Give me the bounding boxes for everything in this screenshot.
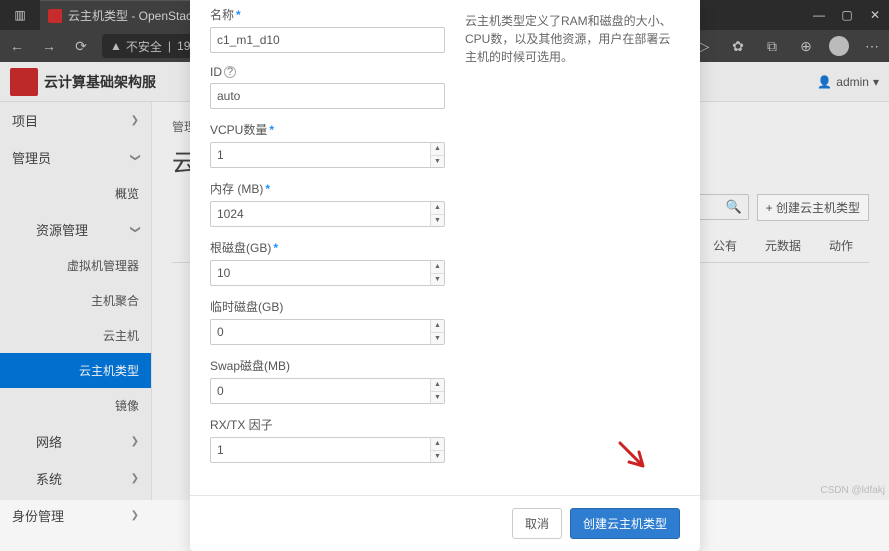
minimize-icon[interactable]: — bbox=[805, 8, 833, 22]
input-eph[interactable] bbox=[210, 319, 445, 345]
sidebar-item-identity[interactable]: 身份管理 ❯ bbox=[0, 497, 151, 534]
spinner-down-icon[interactable]: ▼ bbox=[431, 215, 444, 227]
spinner-down-icon[interactable]: ▼ bbox=[431, 392, 444, 404]
extensions-icon[interactable]: ✿ bbox=[727, 38, 749, 55]
spinner-up-icon[interactable]: ▲ bbox=[431, 320, 444, 333]
spinner-up-icon[interactable]: ▲ bbox=[431, 379, 444, 392]
required-icon: * bbox=[273, 241, 278, 255]
submit-button[interactable]: 创建云主机类型 bbox=[570, 508, 680, 539]
modal-description: 云主机类型定义了RAM和磁盘的大小、CPU数，以及其他资源，用户在部署云主机的时… bbox=[465, 6, 680, 475]
insecure-label: 不安全 bbox=[126, 38, 162, 55]
watermark: CSDN @ldfakj bbox=[820, 485, 885, 496]
required-icon: * bbox=[265, 182, 270, 196]
field-eph: 临时磁盘(GB) ▲▼ bbox=[210, 298, 445, 345]
input-name[interactable] bbox=[210, 27, 445, 53]
sidebar-item-label: 身份管理 bbox=[12, 506, 64, 525]
spinner-up-icon[interactable]: ▲ bbox=[431, 202, 444, 215]
create-flavor-modal: 名称 * ID ? VCPU数量 * ▲▼ 内存 (MB) * ▲▼ bbox=[190, 0, 700, 551]
field-swap: Swap磁盘(MB) ▲▼ bbox=[210, 357, 445, 404]
field-vcpu: VCPU数量 * ▲▼ bbox=[210, 121, 445, 168]
field-id: ID ? bbox=[210, 65, 445, 109]
label-name: 名称 bbox=[210, 6, 234, 23]
cancel-button[interactable]: 取消 bbox=[512, 508, 562, 539]
window-controls: — ▢ ✕ bbox=[805, 8, 889, 22]
label-swap: Swap磁盘(MB) bbox=[210, 357, 290, 374]
favicon-icon bbox=[48, 9, 62, 23]
input-ram[interactable] bbox=[210, 201, 445, 227]
label-eph: 临时磁盘(GB) bbox=[210, 298, 283, 315]
label-disk: 根磁盘(GB) bbox=[210, 239, 271, 256]
field-name: 名称 * bbox=[210, 6, 445, 53]
required-icon: * bbox=[236, 8, 241, 22]
modal-footer: 取消 创建云主机类型 bbox=[190, 495, 700, 551]
required-icon: * bbox=[269, 123, 274, 137]
spinner-up-icon[interactable]: ▲ bbox=[431, 438, 444, 451]
input-vcpu[interactable] bbox=[210, 142, 445, 168]
maximize-icon[interactable]: ▢ bbox=[833, 8, 861, 22]
refresh-icon[interactable]: ⟳ bbox=[70, 38, 92, 55]
more-icon[interactable]: ⋯ bbox=[861, 38, 883, 55]
spinner-down-icon[interactable]: ▼ bbox=[431, 274, 444, 286]
input-disk[interactable] bbox=[210, 260, 445, 286]
spinner-down-icon[interactable]: ▼ bbox=[431, 451, 444, 463]
input-id[interactable] bbox=[210, 83, 445, 109]
collections-icon[interactable]: ⧉ bbox=[761, 38, 783, 55]
input-rxtx[interactable] bbox=[210, 437, 445, 463]
close-window-icon[interactable]: ✕ bbox=[861, 8, 889, 22]
field-rxtx: RX/TX 因子 ▲▼ bbox=[210, 416, 445, 463]
spinner-up-icon[interactable]: ▲ bbox=[431, 143, 444, 156]
help-icon[interactable]: ? bbox=[224, 66, 236, 78]
spinner-down-icon[interactable]: ▼ bbox=[431, 156, 444, 168]
back-icon[interactable]: ← bbox=[6, 38, 28, 54]
field-ram: 内存 (MB) * ▲▼ bbox=[210, 180, 445, 227]
insecure-badge: ▲ 不安全 bbox=[110, 38, 162, 55]
label-vcpu: VCPU数量 bbox=[210, 121, 267, 138]
label-rxtx: RX/TX 因子 bbox=[210, 416, 273, 433]
spinner-down-icon[interactable]: ▼ bbox=[431, 333, 444, 345]
field-disk: 根磁盘(GB) * ▲▼ bbox=[210, 239, 445, 286]
tab-list-icon[interactable]: ▥ bbox=[0, 8, 40, 22]
label-ram: 内存 (MB) bbox=[210, 180, 263, 197]
input-swap[interactable] bbox=[210, 378, 445, 404]
profile-avatar[interactable] bbox=[829, 36, 849, 56]
label-id: ID bbox=[210, 65, 222, 79]
spinner-up-icon[interactable]: ▲ bbox=[431, 261, 444, 274]
modal-form: 名称 * ID ? VCPU数量 * ▲▼ 内存 (MB) * ▲▼ bbox=[210, 6, 445, 475]
chevron-right-icon: ❯ bbox=[131, 510, 139, 521]
sync-icon[interactable]: ⊕ bbox=[795, 38, 817, 55]
warning-icon: ▲ bbox=[110, 39, 122, 53]
forward-icon[interactable]: → bbox=[38, 38, 60, 54]
